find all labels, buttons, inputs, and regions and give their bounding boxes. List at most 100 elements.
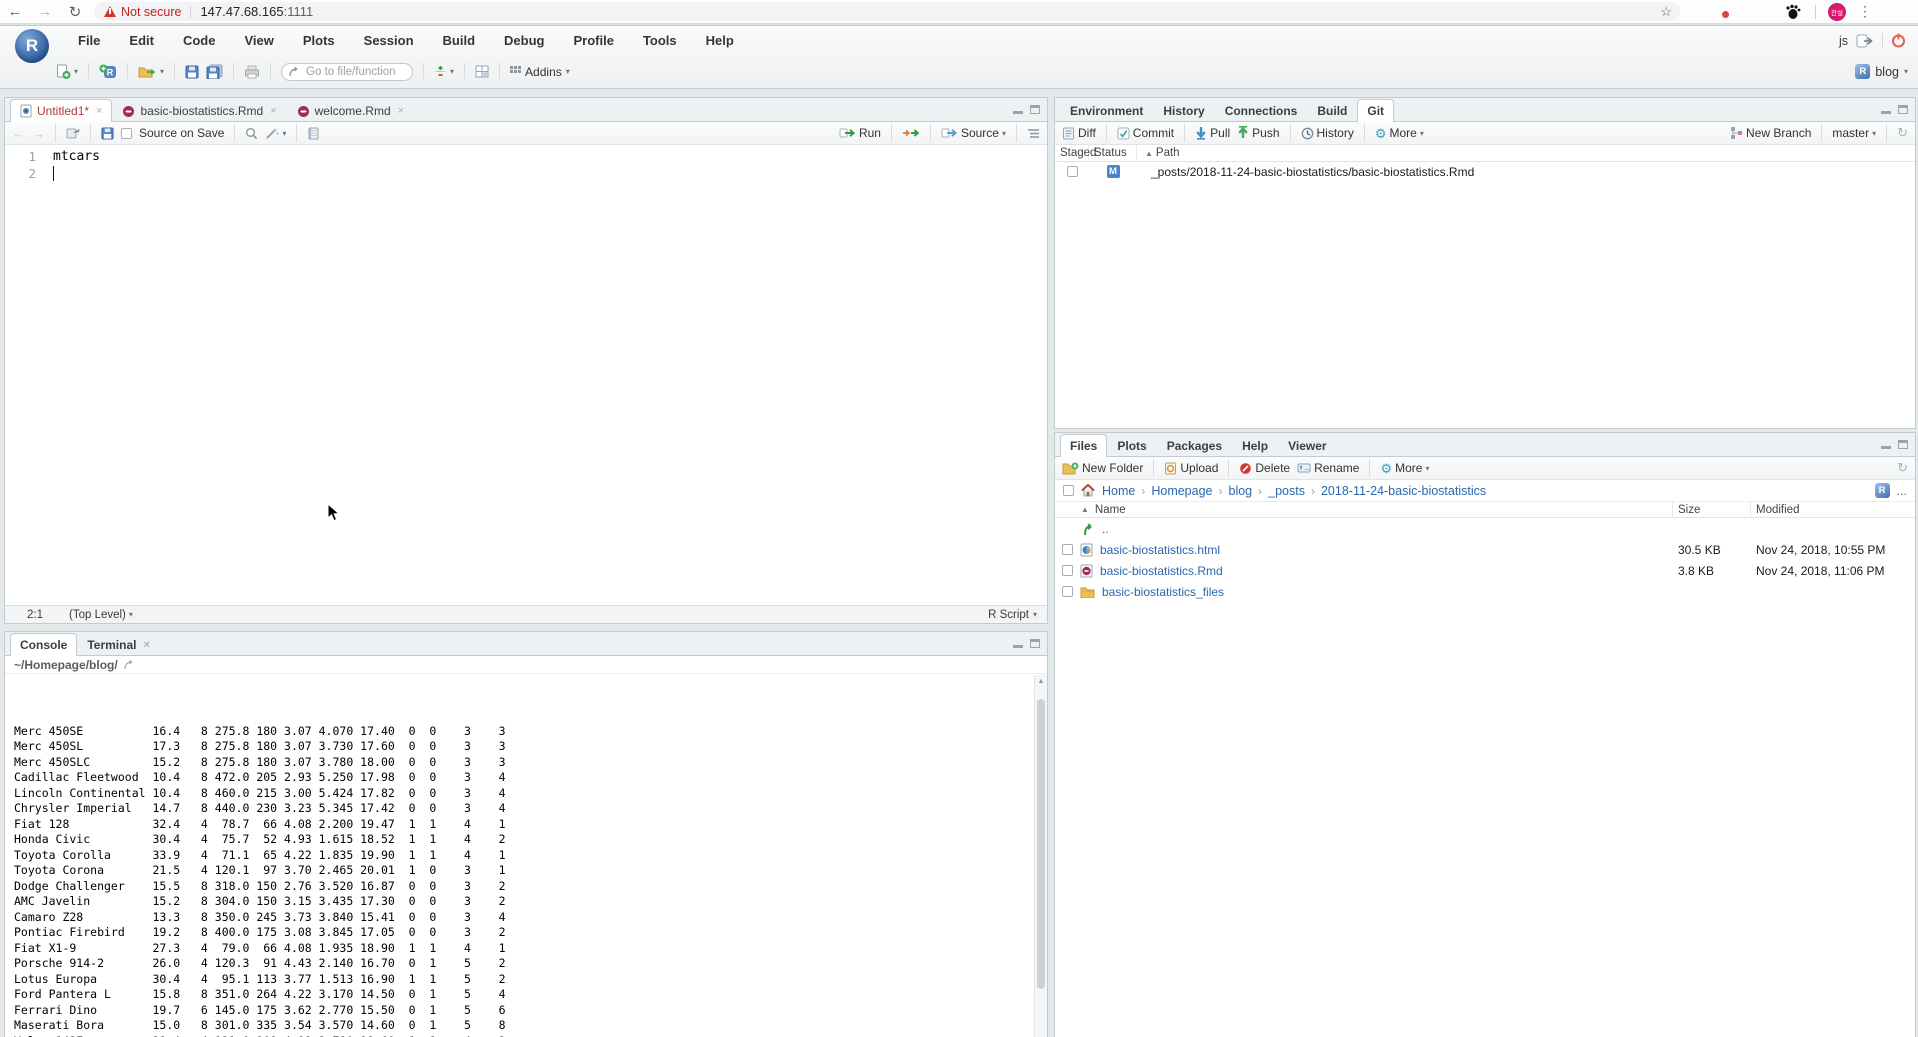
scrollbar-thumb[interactable] [1037,699,1045,989]
tab-build[interactable]: Build [1307,99,1357,122]
nav-forward-icon[interactable]: → [32,126,45,141]
profile-avatar[interactable]: 잔설 [1828,3,1846,21]
staged-column-header[interactable]: Staged [1055,145,1089,161]
file-checkbox[interactable] [1062,586,1073,597]
tab-git[interactable]: Git [1357,99,1394,122]
scope-selector[interactable]: (Top Level) ▾ [69,609,133,621]
refresh-icon[interactable]: ↻ [1897,125,1908,141]
tab-plots[interactable]: Plots [1107,434,1156,457]
open-file-button[interactable]: ▾ [138,65,164,79]
code-tools-button[interactable]: ▾ [265,127,286,140]
breadcrumb-link[interactable]: _posts [1268,484,1305,498]
save-button[interactable] [185,65,199,79]
delete-button[interactable]: Delete [1239,461,1290,475]
rerun-button[interactable] [902,127,920,139]
refresh-icon[interactable]: ↻ [1897,460,1908,476]
scroll-up-icon[interactable]: ▲ [1035,678,1047,685]
browser-forward-icon[interactable]: → [30,3,60,20]
file-link[interactable]: basic-biostatistics.html [1100,543,1220,557]
save-all-button[interactable] [206,64,223,79]
maximize-pane-icon[interactable] [1898,440,1908,449]
git-file-path[interactable]: _posts/2018-11-24-basic-biostatistics/ba… [1137,165,1915,179]
tab-help[interactable]: Help [1232,434,1278,457]
git-file-row[interactable]: M _posts/2018-11-24-basic-biostatistics/… [1055,162,1915,181]
source-button[interactable]: Source ▾ [941,126,1006,140]
sign-out-icon[interactable] [1856,34,1874,48]
version-control-button[interactable]: ▾ [434,64,454,79]
minimize-pane-icon[interactable] [1881,440,1891,449]
menu-item[interactable]: Code [183,33,216,48]
path-ellipsis-button[interactable]: ... [1897,484,1907,498]
staged-checkbox[interactable] [1067,166,1078,177]
breadcrumb-link[interactable]: blog [1229,484,1253,498]
breadcrumb-link[interactable]: 2018-11-24-basic-biostatistics [1321,484,1486,498]
close-tab-icon[interactable]: × [96,105,102,117]
tab-connections[interactable]: Connections [1215,99,1308,122]
menu-item[interactable]: Tools [643,33,677,48]
bookmark-star-icon[interactable]: ☆ [1660,4,1672,20]
close-tab-icon[interactable]: × [143,639,149,651]
menu-item[interactable]: File [78,33,100,48]
up-directory-icon[interactable] [1082,522,1095,535]
menu-item[interactable]: Edit [129,33,154,48]
editor-content[interactable]: mtcars [47,145,1047,605]
parent-directory-row[interactable]: .. [1055,518,1915,539]
close-tab-icon[interactable]: × [270,105,276,117]
close-tab-icon[interactable]: × [398,105,404,117]
addins-button[interactable]: Addins ▾ [510,65,570,79]
folder-link[interactable]: basic-biostatistics_files [1102,585,1224,599]
file-row-folder[interactable]: basic-biostatistics_files [1055,581,1915,602]
new-branch-button[interactable]: New Branch [1730,126,1811,140]
path-column-header[interactable]: ▲ Path [1137,145,1915,161]
extension-fox-icon[interactable] [1754,3,1771,20]
history-button[interactable]: History [1301,126,1354,140]
rename-button[interactable]: Rename [1297,461,1359,475]
tab-viewer[interactable]: Viewer [1278,434,1336,457]
browser-back-icon[interactable]: ← [0,3,30,20]
modified-column-header[interactable]: Modified [1751,502,1915,517]
maximize-pane-icon[interactable] [1030,639,1040,648]
tab-history[interactable]: History [1153,99,1214,122]
file-link[interactable]: basic-biostatistics.Rmd [1100,564,1223,578]
menu-item[interactable]: View [244,33,273,48]
file-checkbox[interactable] [1062,565,1073,576]
push-button[interactable]: Push [1237,126,1279,140]
address-bar[interactable]: Not secure 147.47.68.165 :1111 ☆ [94,2,1680,21]
nav-back-icon[interactable]: ← [12,126,25,141]
more-button[interactable]: ⚙ More ▾ [1375,126,1424,140]
breadcrumb-link[interactable]: Home [1102,484,1135,498]
minimize-pane-icon[interactable] [1013,105,1023,114]
file-checkbox[interactable] [1062,544,1073,555]
menu-item[interactable]: Session [364,33,414,48]
new-folder-button[interactable]: New Folder [1062,461,1143,475]
goto-file-function-input[interactable]: Go to file/function [281,63,413,81]
find-replace-icon[interactable] [245,127,258,140]
code-editor[interactable]: 1 2 mtcars [5,145,1047,605]
not-secure-label[interactable]: Not secure [121,5,181,19]
select-all-checkbox[interactable] [1063,485,1074,496]
extension-reader-icon[interactable] [1724,3,1741,20]
tab-packages[interactable]: Packages [1157,434,1232,457]
status-column-header[interactable]: Status [1089,145,1137,161]
menu-item[interactable]: Plots [303,33,335,48]
console-scrollbar[interactable]: ▲ ▼ [1034,675,1047,1037]
browser-menu-icon[interactable]: ⋮ [1858,3,1872,20]
new-file-button[interactable]: ▾ [56,64,78,80]
working-directory-label[interactable]: ~/Homepage/blog/ [14,658,118,672]
tab-terminal[interactable]: Terminal × [77,633,160,656]
upload-button[interactable]: Upload [1164,461,1218,475]
minimize-pane-icon[interactable] [1881,105,1891,114]
url-port[interactable]: :1111 [284,4,314,19]
print-button[interactable] [244,65,260,79]
file-row-rmd[interactable]: basic-biostatistics.Rmd 3.8 KB Nov 24, 2… [1055,560,1915,581]
project-root-icon[interactable]: R [1875,483,1890,498]
home-icon[interactable] [1081,484,1095,497]
source-on-save-checkbox[interactable] [121,128,132,139]
commit-button[interactable]: Commit [1117,126,1174,140]
up-directory-label[interactable]: .. [1102,522,1109,536]
gnome-foot-icon[interactable] [1784,3,1801,20]
pull-button[interactable]: Pull [1195,126,1230,140]
menu-item[interactable]: Debug [504,33,544,48]
size-column-header[interactable]: Size [1673,502,1751,517]
branch-selector[interactable]: master ▾ [1832,126,1876,140]
